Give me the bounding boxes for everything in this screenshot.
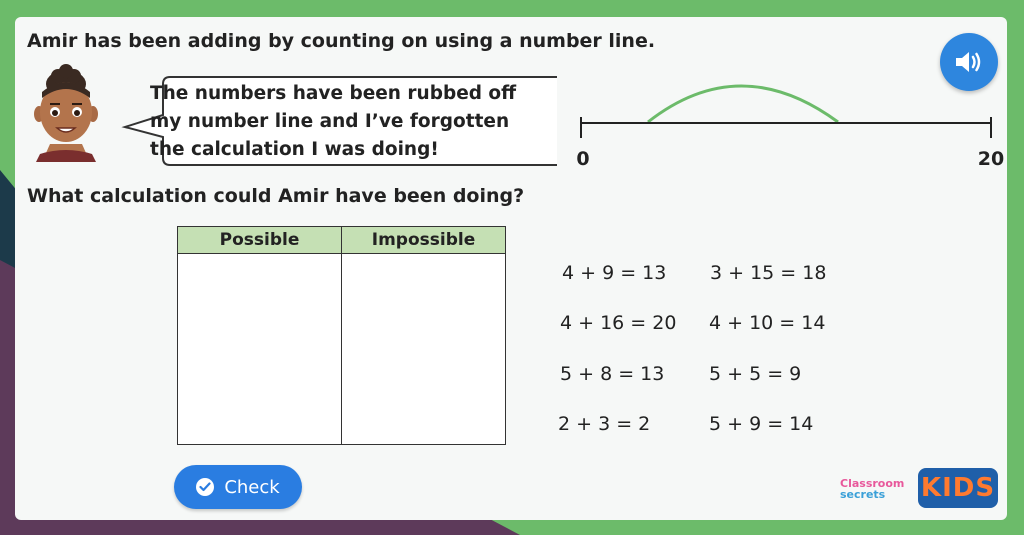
speech-line: The numbers have been rubbed off [150,83,517,104]
speech-line: the calculation I was doing! [150,139,439,160]
logo-kids-badge: KIDS [918,468,998,508]
equation-card[interactable]: 3 + 15 = 18 [710,262,826,284]
equation-card[interactable]: 5 + 9 = 14 [709,413,813,435]
question-text: What calculation could Amir have been do… [27,185,525,207]
impossible-drop-zone[interactable] [341,253,506,445]
equation-card[interactable]: 2 + 3 = 2 [558,413,650,435]
possible-drop-zone[interactable] [177,253,342,445]
equation-card[interactable]: 4 + 16 = 20 [560,312,676,334]
end-label: 20 [978,148,1004,170]
equation-card[interactable]: 5 + 8 = 13 [560,363,664,385]
equation-card[interactable]: 5 + 5 = 9 [709,363,801,385]
jump-arc [647,84,839,124]
speech-line: my number line and I’ve forgotten [150,111,510,132]
equation-card[interactable]: 4 + 10 = 14 [709,312,825,334]
speech-text: The numbers have been rubbed off my numb… [150,80,550,164]
amir-avatar [34,64,98,162]
equation-card[interactable]: 4 + 9 = 13 [562,262,666,284]
number-line: 0 20 [576,84,1004,170]
check-button[interactable]: Check [174,465,302,509]
logo-brand-text: Classroom secrets [840,478,904,500]
column-header-possible: Possible [177,226,342,254]
sorting-table: Possible Impossible [177,226,506,445]
check-label: Check [224,476,280,498]
page-title: Amir has been adding by counting on usin… [27,30,656,52]
checkmark-icon [196,478,215,496]
start-label: 0 [576,148,589,170]
logo-brand-bottom: secrets [840,488,886,501]
column-header-impossible: Impossible [341,226,506,254]
